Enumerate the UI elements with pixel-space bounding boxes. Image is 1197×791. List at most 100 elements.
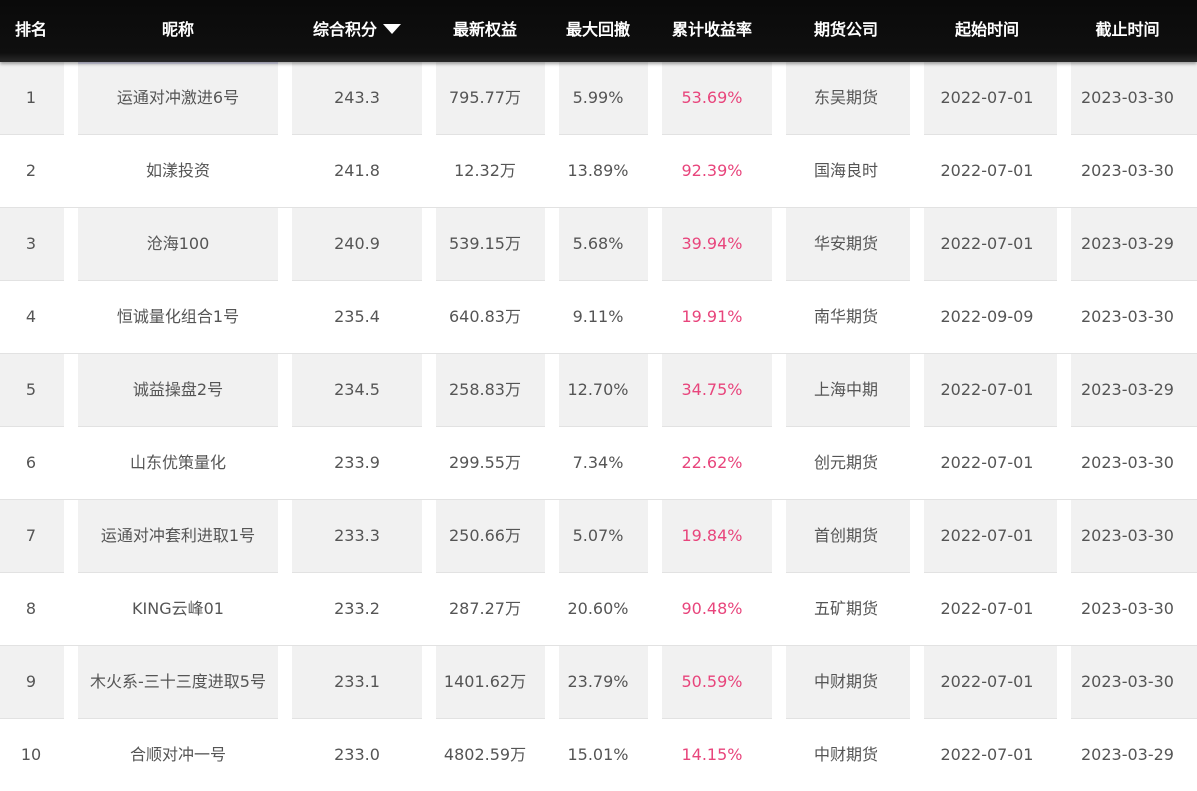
header-score[interactable]: 综合积分 <box>292 0 422 62</box>
cell-rank: 5 <box>25 380 37 399</box>
cell-score: 233.3 <box>334 526 380 545</box>
cell-end-date: 2023-03-30 <box>1081 307 1174 326</box>
cell-nickname[interactable]: 运通对冲套利进取1号 <box>78 500 278 572</box>
cell-rank: 10 <box>20 745 42 764</box>
cell-drawdown: 23.79% <box>567 672 629 691</box>
cell-score: 243.3 <box>334 88 380 107</box>
cell-start-date: 2022-09-09 <box>940 307 1034 326</box>
cell-company: 首创期货 <box>813 526 878 545</box>
table-row[interactable]: 7 运通对冲套利进取1号 233.3 250.66万 5.07% 19.84% 首创期货 20… <box>0 500 1197 573</box>
cell-score: 233.0 <box>334 745 380 764</box>
table-header: 排名 昵称 综合积分 最新权益 最大回撤 累计收益率 期货公司 起始时间 截止时… <box>0 0 1197 62</box>
cell-return: 22.62% <box>681 453 743 472</box>
table-row[interactable]: 2 如漾投资 241.8 12.32万 13.89% 92.39% 国海良时 2022-07-… <box>0 135 1197 208</box>
cell-rank: 1 <box>25 88 37 107</box>
cell-equity: 795.77万 <box>449 88 521 107</box>
cell-score: 233.9 <box>334 453 380 472</box>
cell-nickname[interactable]: KING云峰01 <box>78 573 278 645</box>
cell-return: 19.84% <box>681 526 743 545</box>
column-divider <box>64 646 78 719</box>
column-divider <box>278 500 292 573</box>
table-row[interactable]: 10 合顺对冲一号 233.0 4802.59万 15.01% 14.15% 中财期货 202… <box>0 719 1197 791</box>
cell-equity: 250.66万 <box>449 526 521 545</box>
cell-end-date: 2023-03-29 <box>1081 380 1174 399</box>
column-divider <box>278 354 292 427</box>
cell-company: 东吴期货 <box>813 88 878 107</box>
cell-drawdown: 12.70% <box>567 380 629 399</box>
cell-return: 50.59% <box>681 672 743 691</box>
cell-drawdown: 5.68% <box>572 234 624 253</box>
column-divider <box>64 62 78 135</box>
cell-end-date: 2023-03-30 <box>1081 599 1174 618</box>
cell-start-date: 2022-07-01 <box>940 745 1034 764</box>
cell-start-date: 2022-07-01 <box>940 380 1034 399</box>
cell-company: 国海良时 <box>813 161 878 180</box>
cell-rank: 2 <box>25 161 37 180</box>
cell-drawdown: 20.60% <box>567 599 629 618</box>
cell-nickname[interactable]: 恒诚量化组合1号 <box>78 281 278 353</box>
cell-drawdown: 13.89% <box>567 161 629 180</box>
cell-equity: 12.32万 <box>454 161 516 180</box>
column-divider <box>278 208 292 281</box>
cell-score: 233.1 <box>334 672 380 691</box>
column-divider <box>64 208 78 281</box>
table-row[interactable]: 8 KING云峰01 233.2 287.27万 20.60% 90.48% 五矿期货 202… <box>0 573 1197 646</box>
cell-start-date: 2022-07-01 <box>940 88 1034 107</box>
cell-rank: 7 <box>25 526 37 545</box>
cell-return: 19.91% <box>681 307 743 326</box>
cell-company: 中财期货 <box>813 672 878 691</box>
cell-company: 中财期货 <box>813 745 878 764</box>
cell-drawdown: 5.99% <box>572 88 624 107</box>
column-divider <box>278 646 292 719</box>
cell-start-date: 2022-07-01 <box>940 672 1034 691</box>
sort-desc-icon[interactable] <box>383 24 401 34</box>
header-drawdown[interactable]: 最大回撤 <box>548 0 648 62</box>
cell-nickname[interactable]: 如漾投资 <box>78 135 278 207</box>
header-nickname[interactable]: 昵称 <box>78 0 278 62</box>
cell-end-date: 2023-03-30 <box>1081 526 1174 545</box>
cell-return: 53.69% <box>681 88 743 107</box>
header-end[interactable]: 截止时间 <box>1058 0 1197 62</box>
cell-rank: 6 <box>25 453 37 472</box>
table-row[interactable]: 9 木火系-三十三度进取5号 233.1 1401.62万 23.79% 50.59% 中财… <box>0 646 1197 719</box>
cell-start-date: 2022-07-01 <box>940 526 1034 545</box>
cell-nickname[interactable]: 山东优策量化 <box>78 427 278 499</box>
header-company[interactable]: 期货公司 <box>782 0 910 62</box>
header-equity[interactable]: 最新权益 <box>425 0 545 62</box>
cell-return: 90.48% <box>681 599 743 618</box>
cell-score: 234.5 <box>334 380 380 399</box>
table-row[interactable]: 4 恒诚量化组合1号 235.4 640.83万 9.11% 19.91% 南华期货 2022… <box>0 281 1197 354</box>
cell-equity: 287.27万 <box>449 599 521 618</box>
cell-score: 241.8 <box>334 161 380 180</box>
cell-company: 上海中期 <box>813 380 878 399</box>
cell-nickname[interactable]: 诚益操盘2号 <box>78 354 278 426</box>
cell-company: 创元期货 <box>813 453 878 472</box>
cell-end-date: 2023-03-30 <box>1081 672 1174 691</box>
cell-drawdown: 9.11% <box>572 307 624 326</box>
header-return[interactable]: 累计收益率 <box>652 0 772 62</box>
cell-company: 华安期货 <box>813 234 878 253</box>
cell-end-date: 2023-03-29 <box>1081 745 1174 764</box>
cell-start-date: 2022-07-01 <box>940 453 1034 472</box>
cell-nickname[interactable]: 运通对冲激进6号 <box>78 62 278 134</box>
cell-drawdown: 15.01% <box>567 745 629 764</box>
cell-rank: 3 <box>25 234 37 253</box>
cell-start-date: 2022-07-01 <box>940 161 1034 180</box>
table-row[interactable]: 3 沧海100 240.9 539.15万 5.68% 39.94% 华安期货 2022-07… <box>0 208 1197 281</box>
table-row[interactable]: 5 诚益操盘2号 234.5 258.83万 12.70% 34.75% 上海中期 2022-… <box>0 354 1197 427</box>
cell-end-date: 2023-03-30 <box>1081 161 1174 180</box>
header-rank[interactable]: 排名 <box>0 0 62 62</box>
cell-nickname[interactable]: 合顺对冲一号 <box>78 719 278 791</box>
cell-nickname[interactable]: 木火系-三十三度进取5号 <box>78 646 278 718</box>
column-divider <box>64 354 78 427</box>
cell-score: 235.4 <box>334 307 380 326</box>
column-divider <box>64 500 78 573</box>
table-row[interactable]: 1 运通对冲激进6号 243.3 795.77万 5.99% 53.69% 东吴期货 2022… <box>0 62 1197 135</box>
cell-company: 南华期货 <box>813 307 878 326</box>
header-start[interactable]: 起始时间 <box>917 0 1057 62</box>
cell-end-date: 2023-03-29 <box>1081 234 1174 253</box>
cell-nickname[interactable]: 沧海100 <box>78 208 278 280</box>
cell-rank: 9 <box>25 672 37 691</box>
table-row[interactable]: 6 山东优策量化 233.9 299.55万 7.34% 22.62% 创元期货 2022-0… <box>0 427 1197 500</box>
cell-start-date: 2022-07-01 <box>940 599 1034 618</box>
